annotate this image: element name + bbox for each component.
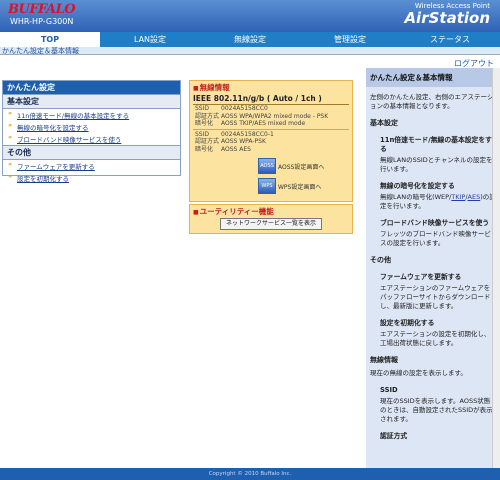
auth-row-2: 認証方式 AOSS WPA-PSK: [195, 138, 266, 145]
footer-copyright: Copyright © 2010 Buffalo Inc.: [0, 468, 500, 480]
tkip-link[interactable]: TKIP: [451, 193, 465, 201]
help-video-heading: ブロードバンド映像サービスを使う: [380, 219, 490, 227]
link-encryption-setup[interactable]: 無線の暗号化を設定する: [3, 121, 180, 133]
help-encryption-text: 無線LANの暗号化(WEP/TKIP/AES)の設定を行います。: [380, 193, 496, 210]
header: BUFFALO WHR-HP-G300N Wireless Access Poi…: [0, 0, 500, 32]
easy-setup-panel: かんたん設定 基本設定 11n倍速モード/無線の基本設定をする 無線の暗号化を設…: [2, 80, 181, 183]
help-ssid-heading: SSID: [380, 386, 398, 394]
help-11n-heading: 11n倍速モード/無線の基本設定をする: [380, 136, 492, 153]
ieee-mode: IEEE 802.11n/g/b ( Auto / 1ch ): [193, 94, 349, 105]
aoss-settings-link[interactable]: AOSS AOSS設定画面へ: [258, 158, 324, 174]
show-network-services-button[interactable]: ネットワークサービス一覧を表示: [220, 218, 322, 230]
help-intro: 左側のかんたん設定、右側のエアステーションの基本情報となります。: [370, 93, 494, 110]
basic-settings-header: 基本設定: [3, 94, 180, 109]
tab-admin[interactable]: 管理設定: [300, 32, 400, 47]
aes-link[interactable]: AES: [468, 193, 481, 201]
breadcrumb: かんたん設定＆基本情報: [2, 47, 79, 55]
other-header: その他: [3, 145, 180, 160]
help-panel: かんたん設定＆基本情報 左側のかんたん設定、右側のエアステーションの基本情報とな…: [366, 68, 500, 468]
help-firmware-heading: ファームウェアを更新する: [380, 273, 462, 281]
help-wireless-heading: 無線情報: [370, 356, 398, 364]
tab-lan[interactable]: LAN設定: [100, 32, 200, 47]
link-broadband-video[interactable]: ブロードバンド映像サービスを使う: [3, 133, 180, 145]
help-reset-text: エアステーションの設定を初期化し、工場出荷状態に戻します。: [380, 330, 491, 347]
encryption-row-1: 暗号化 AOSS TKIP/AES mixed mode: [195, 120, 306, 127]
utility-panel: ユーティリティー機能 ネットワークサービス一覧を表示: [189, 204, 353, 234]
link-factory-reset[interactable]: 設定を初期化する: [3, 172, 180, 184]
model-name: WHR-HP-G300N: [10, 17, 74, 26]
wireless-info-panel: 無線情報 IEEE 802.11n/g/b ( Auto / 1ch ) SSI…: [189, 80, 353, 202]
help-basic-heading: 基本設定: [370, 119, 398, 127]
help-wireless-text: 現在の無線の設定を表示します。: [370, 369, 467, 377]
encryption-row-2: 暗号化 AOSS AES: [195, 145, 251, 153]
help-auth-heading: 認証方式: [380, 432, 408, 440]
easy-setup-title: かんたん設定: [3, 81, 180, 94]
divider: [193, 128, 349, 130]
buffalo-logo: BUFFALO: [8, 2, 76, 17]
airstation-brand: Wireless Access Point AirStation: [404, 2, 490, 27]
help-scrollbar[interactable]: [492, 68, 500, 468]
help-reset-heading: 設定を初期化する: [380, 319, 435, 327]
wps-settings-link[interactable]: WPS WPS設定画面へ: [258, 178, 321, 194]
wps-settings-label: WPS設定画面へ: [278, 183, 322, 191]
link-firmware-update[interactable]: ファームウェアを更新する: [3, 160, 180, 172]
utility-title: ユーティリティー機能: [190, 205, 352, 218]
help-ssid-text: 現在のSSIDを表示します。AOSS状態のときは、自動設定されたSSIDが表示さ…: [380, 397, 493, 423]
ssid-row-2: SSID 0024A5158CC0-1: [195, 130, 274, 138]
wireless-info-title: 無線情報: [190, 81, 352, 94]
help-firmware-text: エアステーションのファームウェアをパッファローサイトからダウンロードし、最新版に…: [380, 284, 491, 310]
main-tabs: TOP LAN設定 無線設定 管理設定 ステータス: [0, 32, 500, 47]
help-title: かんたん設定＆基本情報: [366, 68, 500, 87]
tab-top[interactable]: TOP: [0, 32, 100, 47]
tab-status[interactable]: ステータス: [400, 32, 500, 47]
ssid-row-1: SSID 0024A5158CC0: [195, 105, 268, 112]
auth-row-1: 認証方式 AOSS WPA/WPA2 mixed mode - PSK: [195, 112, 329, 120]
tab-wireless[interactable]: 無線設定: [200, 32, 300, 47]
link-11n-setup[interactable]: 11n倍速モード/無線の基本設定をする: [3, 109, 180, 121]
wps-icon: WPS: [258, 178, 276, 194]
aoss-icon: AOSS: [258, 158, 276, 174]
help-11n-text: 無線LANのSSIDとチャンネルの設定を行います。: [380, 156, 493, 173]
help-other-heading: その他: [370, 256, 391, 264]
aoss-settings-label: AOSS設定画面へ: [278, 163, 325, 171]
help-video-text: フレッツのブロードバンド映像サービスの設定を行います。: [380, 230, 491, 247]
brand-title: AirStation: [404, 9, 490, 27]
help-encryption-heading: 無線の暗号化を設定する: [380, 182, 455, 190]
